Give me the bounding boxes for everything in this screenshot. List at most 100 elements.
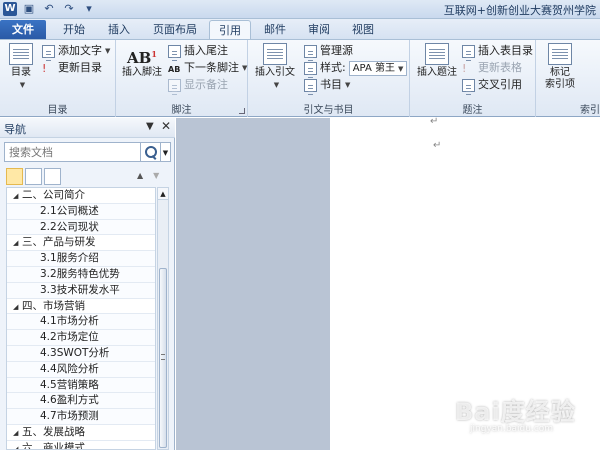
insert-caption-button[interactable]: 插入题注 [414,43,460,79]
word-app-icon[interactable]: W [3,2,17,16]
table-of-figures-icon [462,44,475,58]
tab-view[interactable]: 视图 [344,20,382,39]
group-table-of-contents: 目录 ▼ 添加文字 ▼ ! 更新目录 目录 [0,40,116,117]
nav-heading-item[interactable]: 3.3技术研发水平 [7,282,155,299]
headings-view-icon[interactable] [6,168,23,185]
show-notes-icon [168,78,181,92]
results-view-icon[interactable] [44,168,61,185]
nav-heading-text: 2.1公司概述 [40,204,99,217]
nav-heading-text: 2.2公司现状 [40,220,99,233]
nav-heading-item[interactable]: ◢ 三、产品与研发 [7,235,155,252]
nav-heading-text: 4.4风险分析 [40,362,99,375]
group-citations-bibliography: 插入引文 ▼ 管理源 样式: APA 第王 ▼ 书目 ▼ 引文与书目 [248,40,410,117]
nav-heading-item[interactable]: ◢ 二、公司简介 [7,188,155,204]
group-captions: 插入题注 插入表目录 ! 更新表格 交叉引用 题注 [410,40,536,117]
nav-heading-text: 六、商业模式 [22,441,85,450]
chevron-down-icon: ▼ [345,81,351,89]
expand-triangle-icon[interactable]: ◢ [13,426,22,442]
undo-icon[interactable]: ↶ [42,2,56,16]
nav-heading-item[interactable]: 2.1公司概述 [7,203,155,220]
nav-heading-text: 四、市场营销 [22,299,85,312]
group-label-citations: 引文与书目 [303,105,354,116]
nav-heading-text: 4.3SWOT分析 [40,346,110,359]
ribbon: 目录 ▼ 添加文字 ▼ ! 更新目录 目录 AB1 插入脚注 插入尾注 AB 下… [0,39,600,117]
heading-list: ◢ 二、公司简介 2.1公司概述 2.2公司现状 ◢ 三、产品与研发 3.1服务介绍 3.2服… [6,187,156,450]
update-table-button[interactable]: ! 更新表格 [462,60,522,76]
previous-heading-icon[interactable]: ▲ [137,171,143,180]
mark-entry-button[interactable]: 标记 索引项 [540,43,580,91]
toc-icon [9,43,33,65]
caption-icon [425,43,449,65]
chevron-down-icon: ▼ [105,47,111,55]
cross-reference-button[interactable]: 交叉引用 [462,77,522,93]
update-toc-button[interactable]: ! 更新目录 [42,60,102,76]
chevron-down-icon: ▼ [397,64,404,73]
nav-heading-item[interactable]: 4.3SWOT分析 [7,345,155,362]
search-input[interactable] [4,142,141,162]
nav-heading-item[interactable]: ◢ 四、市场营销 [7,299,155,315]
nav-heading-item[interactable]: 4.2市场定位 [7,330,155,346]
manage-sources-icon [304,44,317,58]
baidu-jingyan-watermark: Bai度经验 [455,398,576,426]
customize-qat-icon[interactable]: ▾ [82,2,96,16]
tab-review[interactable]: 审阅 [300,20,338,39]
nav-scrollbar[interactable]: ▲ [157,187,169,450]
ribbon-tab-bar: 文件 开始 插入 页面布局 引用 邮件 审阅 视图 [0,19,600,39]
insert-footnote-button[interactable]: AB1 插入脚注 [120,43,164,79]
insert-table-of-figures-button[interactable]: 插入表目录 [462,43,533,59]
search-options-chevron-icon[interactable]: ▼ [161,142,171,162]
window-title: 互联网+创新创业大赛贺州学院 [443,4,596,17]
nav-heading-item[interactable]: ◢ 六、商业模式 [7,441,155,450]
nav-heading-text: 4.1市场分析 [40,315,99,328]
show-notes-button[interactable]: 显示备注 [168,77,228,93]
tab-insert[interactable]: 插入 [100,20,138,39]
nav-heading-text: 五、发展战略 [22,425,85,438]
update-icon: ! [42,61,47,75]
search-icon[interactable] [141,142,161,162]
scroll-thumb[interactable] [159,268,167,448]
close-icon[interactable]: ✕ [161,119,171,133]
manage-sources-button[interactable]: 管理源 [304,43,353,59]
add-text-button[interactable]: 添加文字 ▼ [42,43,110,59]
chevron-down-icon: ▼ [242,64,248,72]
expand-triangle-icon[interactable]: ◢ [13,189,22,205]
tab-mailings[interactable]: 邮件 [256,20,294,39]
toc-button[interactable]: 目录 ▼ [4,43,38,91]
nav-heading-text: 4.2市场定位 [40,331,99,344]
nav-heading-item[interactable]: ◢ 五、发展战略 [7,425,155,441]
nav-heading-item[interactable]: 4.1市场分析 [7,314,155,331]
group-label-toc: 目录 [47,105,68,116]
tab-file[interactable]: 文件 [0,20,46,39]
nav-heading-item[interactable]: 3.1服务介绍 [7,251,155,267]
dialog-launcher-icon[interactable] [239,108,245,114]
bibliography-button[interactable]: 书目 ▼ [304,77,350,93]
redo-icon[interactable]: ↷ [62,2,76,16]
style-dropdown[interactable]: APA 第王 ▼ [348,60,408,76]
nav-heading-text: 3.3技术研发水平 [40,283,120,296]
nav-heading-item[interactable]: 4.7市场预测 [7,409,155,425]
nav-heading-text: 4.7市场预测 [40,410,99,423]
quick-access-toolbar: ▣ ↶ ↷ ▾ [22,2,96,16]
add-text-icon [42,44,55,58]
nav-heading-item[interactable]: 4.5营销策略 [7,377,155,394]
tab-references[interactable]: 引用 [209,20,251,39]
tab-home[interactable]: 开始 [52,20,96,39]
scroll-up-icon[interactable]: ▲ [158,188,168,200]
expand-triangle-icon[interactable]: ◢ [13,236,22,252]
insert-citation-button[interactable]: 插入引文 ▼ [252,43,298,91]
nav-heading-item[interactable]: 2.2公司现状 [7,219,155,236]
nav-menu-icon[interactable]: ▼ [146,121,154,132]
insert-endnote-button[interactable]: 插入尾注 [168,43,228,59]
pages-view-icon[interactable] [25,168,42,185]
nav-heading-item[interactable]: 4.6盈利方式 [7,393,155,410]
tab-page-layout[interactable]: 页面布局 [144,20,206,39]
nav-view-tabs [6,168,63,185]
nav-heading-item[interactable]: 4.4风险分析 [7,361,155,378]
next-footnote-button[interactable]: AB 下一条脚注 ▼ [168,60,247,76]
next-heading-icon[interactable]: ▼ [153,171,159,180]
save-icon[interactable]: ▣ [22,2,36,16]
expand-triangle-icon[interactable]: ◢ [13,442,22,449]
nav-heading-item[interactable]: 3.2服务特色优势 [7,266,155,283]
style-icon [304,61,317,75]
expand-triangle-icon[interactable]: ◢ [13,300,22,316]
